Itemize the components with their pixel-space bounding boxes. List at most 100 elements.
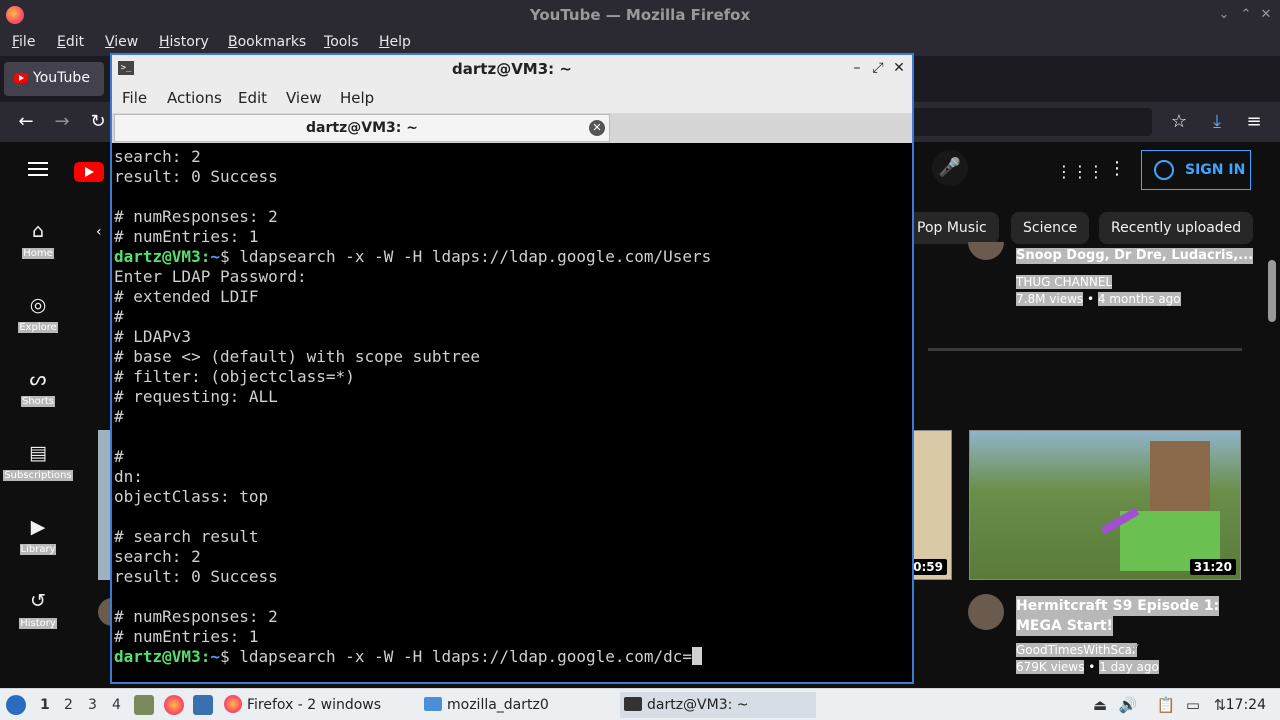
terminal-output-line: # base <> (default) with scope subtree bbox=[114, 347, 910, 367]
terminal-tab[interactable]: dartz@VM3: ~ ✕ bbox=[114, 114, 610, 142]
terminal-output-line: # requesting: ALL bbox=[114, 387, 910, 407]
terminal-menu-edit[interactable]: Edit bbox=[238, 89, 267, 107]
terminal-menu-file[interactable]: File bbox=[122, 89, 147, 107]
channel-name[interactable]: THUG CHANNEL bbox=[1016, 275, 1113, 289]
output-text: # bbox=[114, 407, 124, 426]
reload-icon[interactable]: ↻ bbox=[86, 110, 110, 134]
minimize-icon[interactable]: – bbox=[848, 59, 866, 77]
video-thumbnail[interactable]: 20:59 bbox=[912, 430, 952, 580]
desktop-launcher-icon[interactable] bbox=[193, 695, 213, 715]
workspace-4[interactable]: 4 bbox=[112, 697, 121, 713]
terminal-menu-help[interactable]: Help bbox=[340, 89, 374, 107]
close-icon[interactable]: ✕ bbox=[890, 59, 908, 77]
menu-history[interactable]: History bbox=[159, 34, 209, 50]
menu-file[interactable]: File bbox=[12, 34, 35, 50]
taskbar-task-folder[interactable]: mozilla_dartz0 bbox=[424, 692, 610, 718]
clipboard-icon[interactable]: 📋 bbox=[1156, 695, 1176, 715]
terminal-menubar: File Actions Edit View Help bbox=[112, 83, 912, 113]
video-title-line2[interactable]: MEGA Start! bbox=[1016, 616, 1113, 636]
app-menu-icon[interactable]: ≡ bbox=[1242, 110, 1266, 134]
menu-help[interactable]: Help bbox=[379, 34, 411, 50]
tab-youtube[interactable]: YouTube bbox=[4, 62, 104, 96]
minimize-icon[interactable]: ⌄ bbox=[1216, 7, 1232, 23]
sidebar-item-subscriptions[interactable]: ▤ Subscriptions bbox=[0, 442, 76, 481]
thumbnail-character bbox=[1150, 441, 1210, 511]
hamburger-menu-icon[interactable] bbox=[28, 162, 48, 176]
sidebar-item-shorts[interactable]: ᔕ Shorts bbox=[0, 368, 76, 407]
terminal-output[interactable]: search: 2 result: 0 Success # numResponses… bbox=[114, 147, 910, 682]
url-bar[interactable] bbox=[912, 108, 1152, 136]
youtube-favicon-icon bbox=[14, 73, 28, 83]
terminal-menu-view[interactable]: View bbox=[286, 89, 322, 107]
chip-science[interactable]: Science bbox=[1011, 212, 1090, 244]
prompt-user: dartz@VM3 bbox=[114, 247, 201, 266]
close-tab-icon[interactable]: ✕ bbox=[589, 120, 605, 136]
maximize-icon[interactable]: ⤢ bbox=[869, 59, 887, 77]
forward-icon[interactable]: → bbox=[50, 110, 74, 134]
firefox-titlebar: YouTube — Mozilla Firefox ⌄ ⌃ ✕ bbox=[0, 0, 1280, 30]
terminal-scrollbar[interactable] bbox=[908, 147, 912, 682]
output-text: dn: bbox=[114, 467, 143, 486]
menu-view[interactable]: View bbox=[105, 34, 138, 50]
workspace-1[interactable]: 1 bbox=[40, 697, 50, 713]
chevron-left-icon[interactable]: ‹ bbox=[96, 224, 102, 240]
sidebar-item-home[interactable]: ⌂ Home bbox=[0, 220, 76, 259]
menu-edit[interactable]: Edit bbox=[57, 34, 84, 50]
apps-grid-icon[interactable]: ⋮⋮⋮ bbox=[1056, 162, 1104, 181]
sign-in-button[interactable]: SIGN IN bbox=[1141, 150, 1251, 190]
workspace-3[interactable]: 3 bbox=[88, 697, 97, 713]
firefox-icon bbox=[224, 695, 242, 713]
more-options-icon[interactable]: ⋮ bbox=[1108, 158, 1126, 179]
youtube-logo[interactable] bbox=[74, 162, 104, 182]
start-menu-icon[interactable] bbox=[6, 695, 26, 715]
microphone-icon[interactable]: 🎤 bbox=[932, 150, 968, 186]
output-text: # numResponses: 2 bbox=[114, 607, 278, 626]
tab-label: YouTube bbox=[33, 70, 90, 86]
menu-tools[interactable]: Tools bbox=[324, 34, 359, 50]
video-meta: 7.8M views • 4 months ago bbox=[1016, 292, 1181, 306]
firefox-window-title: YouTube — Mozilla Firefox bbox=[529, 6, 751, 24]
terminal-window: >_ dartz@VM3: ~ – ⤢ ✕ File Actions Edit … bbox=[110, 53, 914, 684]
menu-bookmarks[interactable]: Bookmarks bbox=[228, 34, 306, 50]
channel-avatar[interactable] bbox=[968, 242, 1004, 260]
shorts-icon: ᔕ bbox=[29, 368, 47, 390]
terminal-menu-actions[interactable]: Actions bbox=[167, 89, 222, 107]
terminal-output-line: Enter LDAP Password: bbox=[114, 267, 910, 287]
terminal-command-line: dartz@VM3:~$ ldapsearch -x -W -H ldaps:/… bbox=[114, 647, 910, 667]
output-text: objectClass: top bbox=[114, 487, 269, 506]
video-thumbnail[interactable]: 31:20 bbox=[969, 430, 1241, 580]
taskbar-task-firefox[interactable]: Firefox - 2 windows bbox=[224, 692, 414, 718]
terminal-output-line: # search result bbox=[114, 527, 910, 547]
verified-icon: ✔ bbox=[1130, 641, 1141, 655]
chip-recently-uploaded[interactable]: Recently uploaded bbox=[1099, 212, 1254, 244]
maximize-icon[interactable]: ⌃ bbox=[1238, 7, 1254, 23]
channel-name[interactable]: GoodTimesWithScar bbox=[1016, 643, 1137, 657]
back-icon[interactable]: ← bbox=[14, 110, 38, 134]
sidebar-item-history[interactable]: ↺ History bbox=[0, 590, 76, 629]
output-text: search: 2 bbox=[114, 147, 201, 166]
volume-icon[interactable]: 🔊 bbox=[1118, 695, 1138, 715]
terminal-output-line: # bbox=[114, 407, 910, 427]
taskbar-task-terminal[interactable]: dartz@VM3: ~ bbox=[620, 692, 816, 718]
firefox-launcher-icon[interactable] bbox=[164, 695, 184, 715]
bookmark-star-icon[interactable]: ☆ bbox=[1167, 110, 1191, 134]
sidebar-item-explore[interactable]: ◎ Explore bbox=[0, 294, 76, 333]
workspace-2[interactable]: 2 bbox=[64, 697, 73, 713]
terminal-output-line: # numResponses: 2 bbox=[114, 607, 910, 627]
eject-icon[interactable]: ⏏ bbox=[1090, 695, 1110, 715]
video-title[interactable]: Snoop Dogg, Dr Dre, Ludacris,... bbox=[1016, 248, 1254, 264]
display-icon[interactable]: ▭ bbox=[1183, 695, 1203, 715]
downloads-icon[interactable]: ⤓ bbox=[1205, 110, 1229, 134]
channel-avatar[interactable] bbox=[968, 594, 1004, 630]
chip-pop-music[interactable]: Pop Music bbox=[905, 212, 999, 244]
page-scrollbar[interactable] bbox=[1268, 260, 1276, 322]
close-icon[interactable]: ✕ bbox=[1258, 7, 1274, 23]
video-title-line1[interactable]: Hermitcraft S9 Episode 1: bbox=[1016, 596, 1220, 616]
sidebar-item-library[interactable]: ▶ Library bbox=[0, 516, 76, 555]
terminal-output-line: # LDAPv3 bbox=[114, 327, 910, 347]
output-text: result: 0 Success bbox=[114, 167, 278, 186]
file-manager-launcher-icon[interactable] bbox=[134, 695, 154, 715]
